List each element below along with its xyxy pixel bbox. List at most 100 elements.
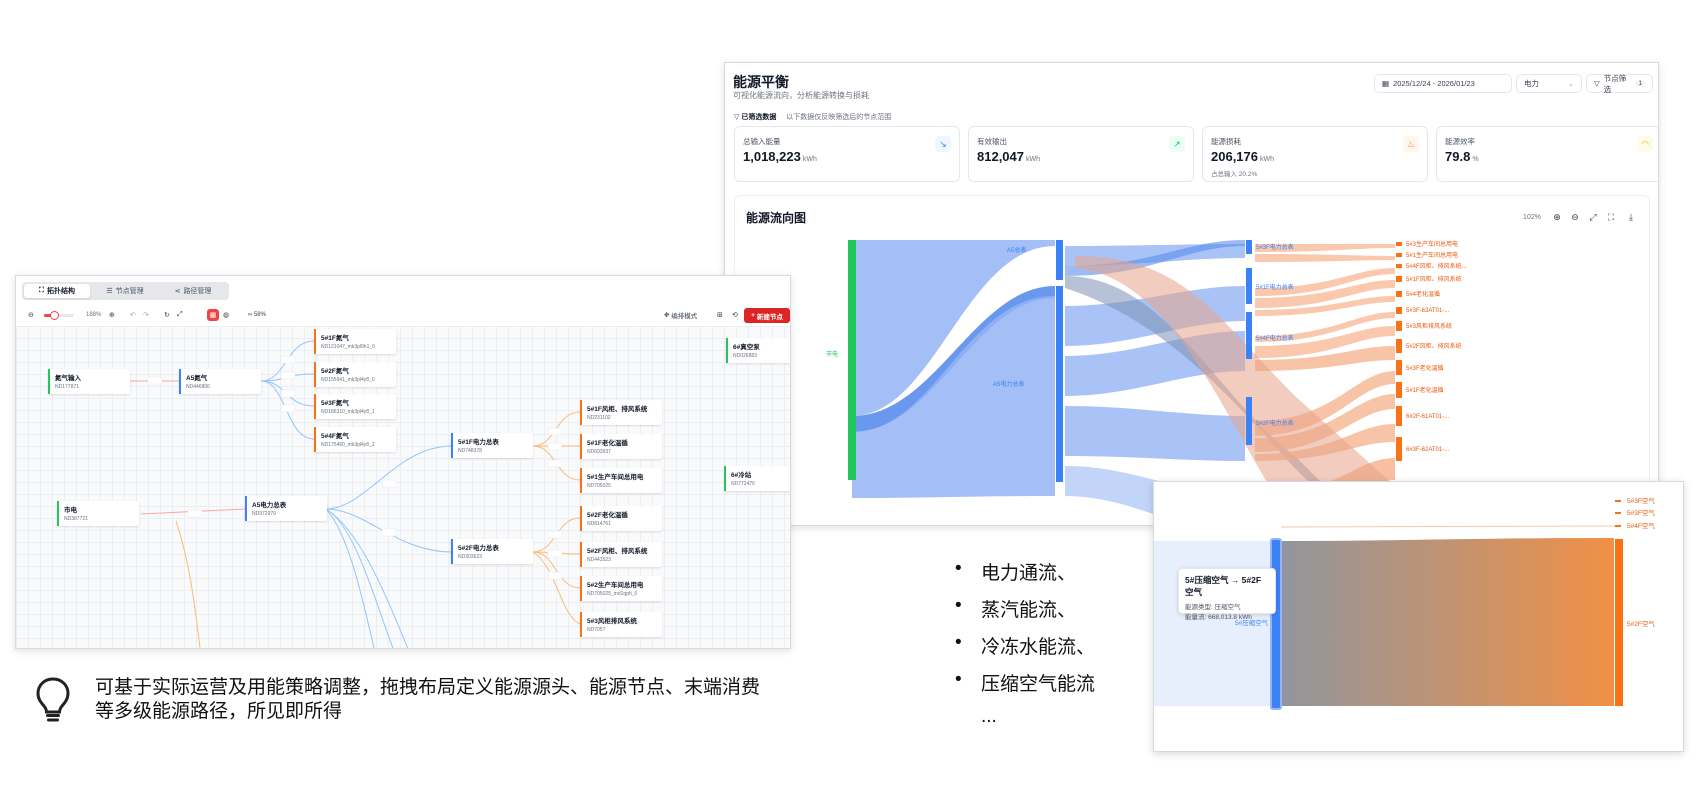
topology-node[interactable]: 5#1生产车间总用电 ND705025: [580, 468, 662, 493]
date-range-value: 2025/12/24 - 2026/01/23: [1393, 79, 1475, 88]
node-filter-button[interactable]: ▽ 节点筛选 1: [1586, 73, 1653, 94]
topology-node[interactable]: 6#真空泵 ND026883: [726, 338, 790, 363]
tab-path-management[interactable]: ⋖ 路径管理: [160, 284, 226, 298]
zoom-value: 188%: [86, 312, 102, 318]
palette-icon[interactable]: ◍: [223, 308, 229, 322]
topology-editor-window: ⛶ 拓扑结构 ☰ 节点管理 ⋖ 路径管理 ⊖ 188% ⊕ ↶ ↷ ↻ ⤢ ▦ ◍ ∞…: [15, 275, 791, 649]
list-item: 蒸汽能流、: [955, 595, 1095, 632]
filter-count-badge: 1: [1635, 80, 1645, 87]
topology-node[interactable]: 5#1F电力总表 ND748378: [451, 433, 533, 458]
flow-output-label: 6#3F-62AT01-...: [1406, 447, 1450, 453]
flow-sub-label: 5#1F电力总表: [1256, 283, 1294, 291]
grid-toggle-icon[interactable]: ▦: [207, 309, 219, 321]
topology-node[interactable]: A5氮气 ND446806: [179, 369, 261, 394]
view-tabs: ⛶ 拓扑结构 ☰ 节点管理 ⋖ 路径管理: [22, 282, 229, 300]
topology-node[interactable]: 5#4F氮气 ND175460_mk3pl4y8_2: [314, 427, 396, 452]
zoom-output-label: 5#3F空气: [1627, 496, 1655, 505]
topology-icon: ⛶: [39, 287, 44, 294]
flow-output-label: 6#2F-61AT01-...: [1406, 414, 1450, 420]
kpi-label: 总输入能量: [743, 137, 781, 146]
filter-note: 以下数据仅反映筛选后的节点范围: [786, 114, 892, 121]
energy-balance-window: 能源平衡 可视化能源流向，分析能源转换与损耗 ▦ 2025/12/24 - 20…: [724, 62, 1659, 526]
topology-node[interactable]: 6#冷站 ND772476: [724, 466, 790, 491]
energy-flow-type-list: 电力通流、 蒸汽能流、 冷冻水能流、 压缩空气能流 ...: [955, 558, 1095, 728]
energy-type-select[interactable]: 电力 ⌄: [1516, 74, 1582, 93]
kpi-value: 812,047 kWh: [977, 149, 1040, 164]
topology-node[interactable]: 5#2F风柜、排风系统 ND443523: [580, 542, 662, 567]
topology-node[interactable]: 5#1F氮气 ND121047_mk3pl9h1_0: [314, 329, 396, 354]
node-filter-label: 节点筛选: [1603, 73, 1627, 94]
topology-node[interactable]: 氮气输入 ND177871: [48, 369, 130, 394]
filter-status: ▽ 已筛选数据 以下数据仅反映筛选后的节点范围: [734, 112, 891, 122]
kpi-label: 有效输出: [977, 137, 1007, 146]
kpi-card-energy-loss: 能源损耗 206,176 kWh 占总输入 20.2% ♨: [1202, 126, 1428, 182]
flow-sub-label: 5#3F电力总表: [1256, 243, 1294, 251]
list-more: ...: [981, 706, 997, 727]
undo-icon[interactable]: ↶: [130, 308, 136, 322]
zoom-out-icon[interactable]: ⊖: [28, 308, 34, 322]
kpi-label: 能源效率: [1445, 137, 1475, 146]
link-icon: ∞: [248, 312, 253, 318]
move-icon: ✥: [664, 312, 670, 319]
kpi-value: 1,018,223 kWh: [743, 149, 817, 164]
zoom-slider[interactable]: [44, 311, 74, 320]
expand-icon[interactable]: ⤢: [177, 308, 183, 322]
flow-source-label: 市电: [826, 350, 838, 358]
flow-sub-label: 5#2F电力总表: [1256, 419, 1294, 427]
lightbulb-icon: [36, 677, 70, 722]
topology-node[interactable]: 5#1F老化温循 ND693937: [580, 434, 662, 459]
flow-mid-label: A5总表: [1007, 246, 1026, 254]
link-info: ∞ 58%: [248, 312, 266, 318]
zoom-target-label: 5#2F空气: [1627, 619, 1655, 628]
kpi-label: 能源损耗: [1211, 137, 1241, 146]
kpi-value: 206,176 kWh: [1211, 149, 1274, 164]
flow-output-label: 5#1生产车间总用电: [1406, 251, 1458, 259]
topology-edges: [130, 340, 581, 648]
tooltip-type: 能源类型: 压缩空气: [1185, 604, 1241, 611]
share-icon: ⋖: [174, 288, 181, 295]
flow-output-label: 5#3风柜排风系统: [1406, 322, 1452, 330]
topology-node[interactable]: 5#2F电力总表 ND303623: [451, 539, 533, 564]
flow-output-label: 5#1F风柜、排风系统: [1406, 275, 1462, 283]
filter-icon: ▽: [1594, 79, 1600, 88]
date-range-picker[interactable]: ▦ 2025/12/24 - 2026/01/23: [1374, 74, 1512, 93]
redo-icon[interactable]: ↷: [143, 308, 149, 322]
tab-topology[interactable]: ⛶ 拓扑结构: [24, 284, 90, 298]
list-icon: ☰: [106, 288, 113, 295]
topology-node[interactable]: 市电 ND387721: [57, 501, 139, 526]
plus-icon: +: [751, 312, 755, 319]
energy-flow-panel: 能源流向图 102% ⊕ ⊖ ⤢ ⛶ ⤓ 市电 A5总表 A5电力总表 5#3F…: [734, 195, 1650, 525]
tab-node-management[interactable]: ☰ 节点管理: [92, 284, 158, 298]
calendar-icon: ▦: [1382, 79, 1390, 88]
topology-canvas[interactable]: 氮气输入 ND177871 A5氮气 ND446806 5#1F氮气 ND121047…: [16, 326, 790, 648]
gauge-icon: ◠: [1637, 136, 1653, 152]
chevron-down-icon: ⌄: [1567, 79, 1574, 88]
sankey-zoom-detail: 5#3F空气 5#3F空气 5#4F空气 5#2F空气 5#压缩空气 5#压缩空…: [1153, 481, 1684, 752]
topology-node[interactable]: 5#3风柜排风系统 ND705?: [580, 612, 662, 637]
new-node-button[interactable]: + 新建节点: [744, 308, 790, 323]
list-item: 电力通流、: [955, 558, 1095, 595]
flow-mid-label: A5电力总表: [993, 380, 1024, 388]
zoom-in-icon[interactable]: ⊕: [109, 308, 115, 322]
kpi-note: 占总输入 20.2%: [1211, 171, 1258, 178]
sync-icon[interactable]: ⟲: [732, 308, 738, 322]
topology-node[interactable]: 5#3F氮气 ND186310_mk3pl4y8_1: [314, 394, 396, 419]
arrow-up-right-icon: ↗: [1169, 136, 1185, 152]
flow-output-label: 5#3生产车间总用电: [1406, 240, 1458, 248]
flow-output-label: 5#4老化温循: [1406, 290, 1440, 298]
edit-mode-toggle[interactable]: ✥ 编排模式: [664, 308, 697, 322]
topology-node[interactable]: A5电力总表 ND972979: [245, 496, 327, 521]
kpi-card-energy-efficiency: 能源效率 79.8% ◠: [1436, 126, 1658, 182]
topology-node[interactable]: 5#2F氮气 ND155941_mk3pl4y8_0: [314, 362, 396, 387]
refresh-icon[interactable]: ↻: [164, 308, 170, 322]
zoom-output-label: 5#3F空气: [1627, 508, 1655, 517]
energy-type-value: 电力: [1524, 79, 1539, 88]
topology-node[interactable]: 5#2F老化温循 ND814761: [580, 506, 662, 531]
kpi-card-effective-output: 有效输出 812,047 kWh ↗: [968, 126, 1194, 182]
zoom-slider-handle[interactable]: [50, 311, 59, 320]
sankey-diagram: 市电 A5总表 A5电力总表 5#3F电力总表 5#1F电力总表 5#4F电力总…: [826, 240, 1467, 525]
topology-node[interactable]: 5#2生产车间总用电 ND705025_md1qph_0: [580, 576, 662, 601]
layout-icon[interactable]: ⊞: [717, 308, 723, 322]
page-title: 能源平衡: [733, 74, 789, 90]
topology-node[interactable]: 5#1F风柜、排风系统 ND231102: [580, 400, 662, 425]
